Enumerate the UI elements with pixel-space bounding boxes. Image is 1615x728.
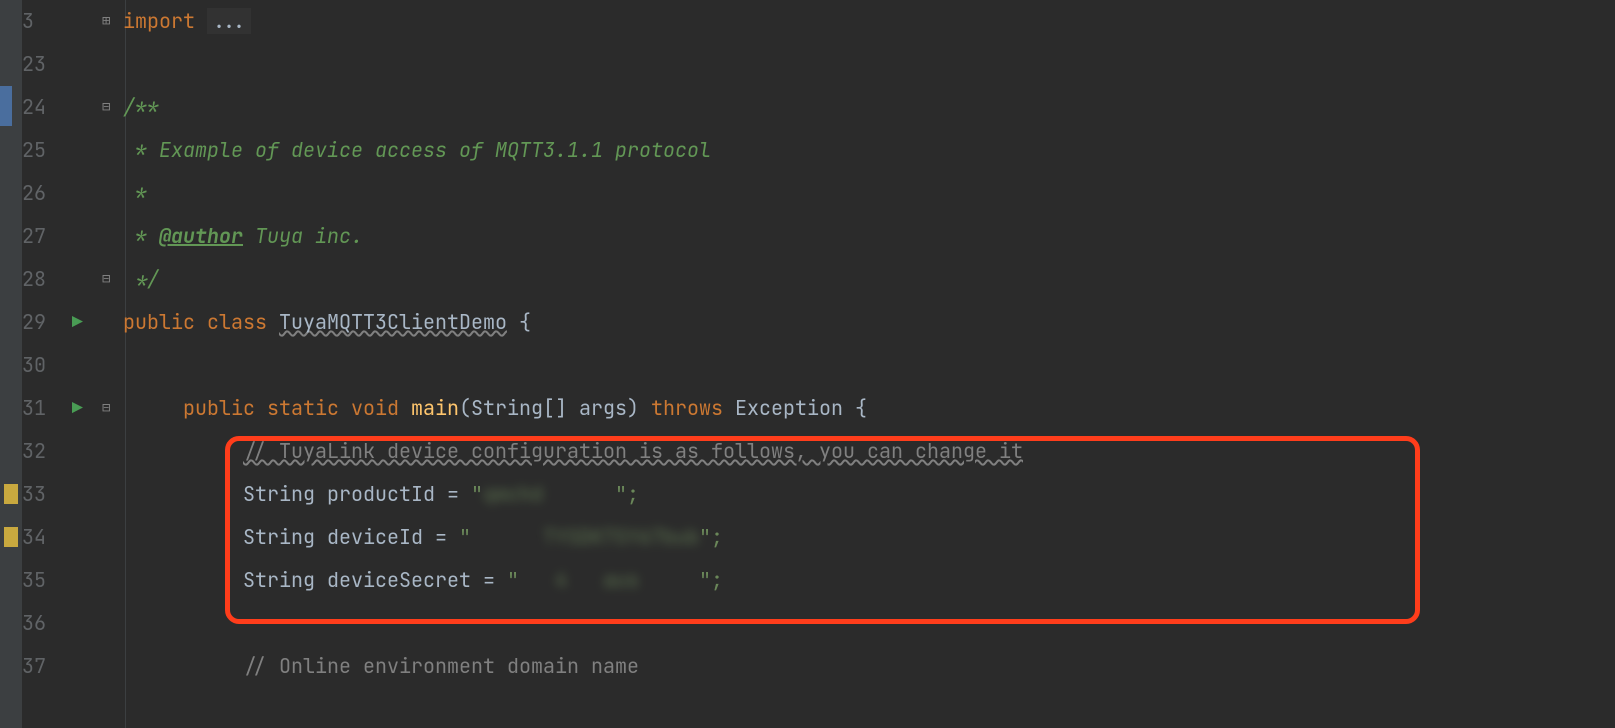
doc-comment-line: * Example of device access of MQTT3.1.1 … [123, 137, 711, 163]
line-number: 33 [22, 473, 60, 516]
run-main-icon[interactable]: ▶ [72, 387, 83, 430]
main-params: (String[] args) [459, 395, 639, 421]
keyword-public: public [183, 395, 255, 421]
comment-config: // TuyaLink device configuration is as f… [243, 438, 1023, 464]
type-string: String [243, 481, 327, 507]
code-editor-area[interactable]: import ... /** * Example of device acces… [123, 0, 1615, 728]
line-number: 25 [22, 129, 60, 172]
type-string: String [243, 524, 327, 550]
line-number: 28 [22, 258, 60, 301]
devicesecret-value-redacted: 4 aus [519, 567, 699, 593]
warning-marker[interactable] [4, 484, 18, 504]
fold-icon-collapse[interactable]: ⊟ [102, 387, 110, 430]
doc-author-tag: @author [159, 223, 243, 249]
keyword-import: import [123, 8, 207, 34]
line-numbers: 3 23 24 25 26 27 28 29 30 31 32 33 34 35… [22, 0, 72, 728]
keyword-void: void [351, 395, 399, 421]
keyword-throws: throws [651, 395, 723, 421]
line-number: 31 [22, 387, 60, 430]
line-number: 34 [22, 516, 60, 559]
brace-open: { [507, 309, 531, 335]
var-devicesecret: deviceSecret [327, 567, 471, 593]
exception-name: Exception { [735, 395, 867, 421]
line-number: 3 [22, 0, 60, 43]
method-main: main [411, 395, 459, 421]
keyword-class: class [207, 309, 267, 335]
class-name: TuyaMQTT3ClientDemo [279, 309, 507, 335]
type-string: String [243, 567, 327, 593]
var-productid: productId [327, 481, 435, 507]
line-number: 23 [22, 43, 60, 86]
warning-marker[interactable] [4, 527, 18, 547]
line-number: 24 [22, 86, 60, 129]
line-number: 30 [22, 344, 60, 387]
fold-column: ⊞ ⊟ ⊟ ⊟ [102, 0, 122, 728]
line-number: 36 [22, 602, 60, 645]
doc-comment-open: /** [123, 94, 159, 120]
doc-comment-line: * [123, 223, 159, 249]
keyword-static: static [267, 395, 339, 421]
doc-author-name: Tuya inc. [243, 223, 363, 249]
line-number: 29 [22, 301, 60, 344]
run-class-icon[interactable]: ▶ [72, 301, 83, 344]
editor-left-margin [0, 0, 22, 728]
doc-comment-close: */ [123, 266, 159, 292]
comment-domain: // Online environment domain name [243, 653, 639, 679]
doc-comment-line: * [123, 180, 147, 206]
line-number: 27 [22, 215, 60, 258]
keyword-public: public [123, 309, 195, 335]
run-icons-column: ▶ ▶ [72, 0, 102, 728]
fold-icon-collapse[interactable]: ⊟ [102, 86, 110, 129]
line-number: 32 [22, 430, 60, 473]
folded-imports[interactable]: ... [207, 8, 251, 34]
fold-icon-expand[interactable]: ⊞ [102, 0, 110, 43]
line-marker[interactable] [0, 86, 12, 126]
line-number: 37 [22, 645, 60, 688]
deviceid-value-redacted: TYSDK7SY67bub [471, 524, 699, 550]
productid-value-redacted: qmchd [483, 481, 615, 507]
line-number: 35 [22, 559, 60, 602]
gutter: 3 23 24 25 26 27 28 29 30 31 32 33 34 35… [22, 0, 123, 728]
fold-icon-collapse[interactable]: ⊟ [102, 258, 110, 301]
var-deviceid: deviceId [327, 524, 423, 550]
line-number: 26 [22, 172, 60, 215]
